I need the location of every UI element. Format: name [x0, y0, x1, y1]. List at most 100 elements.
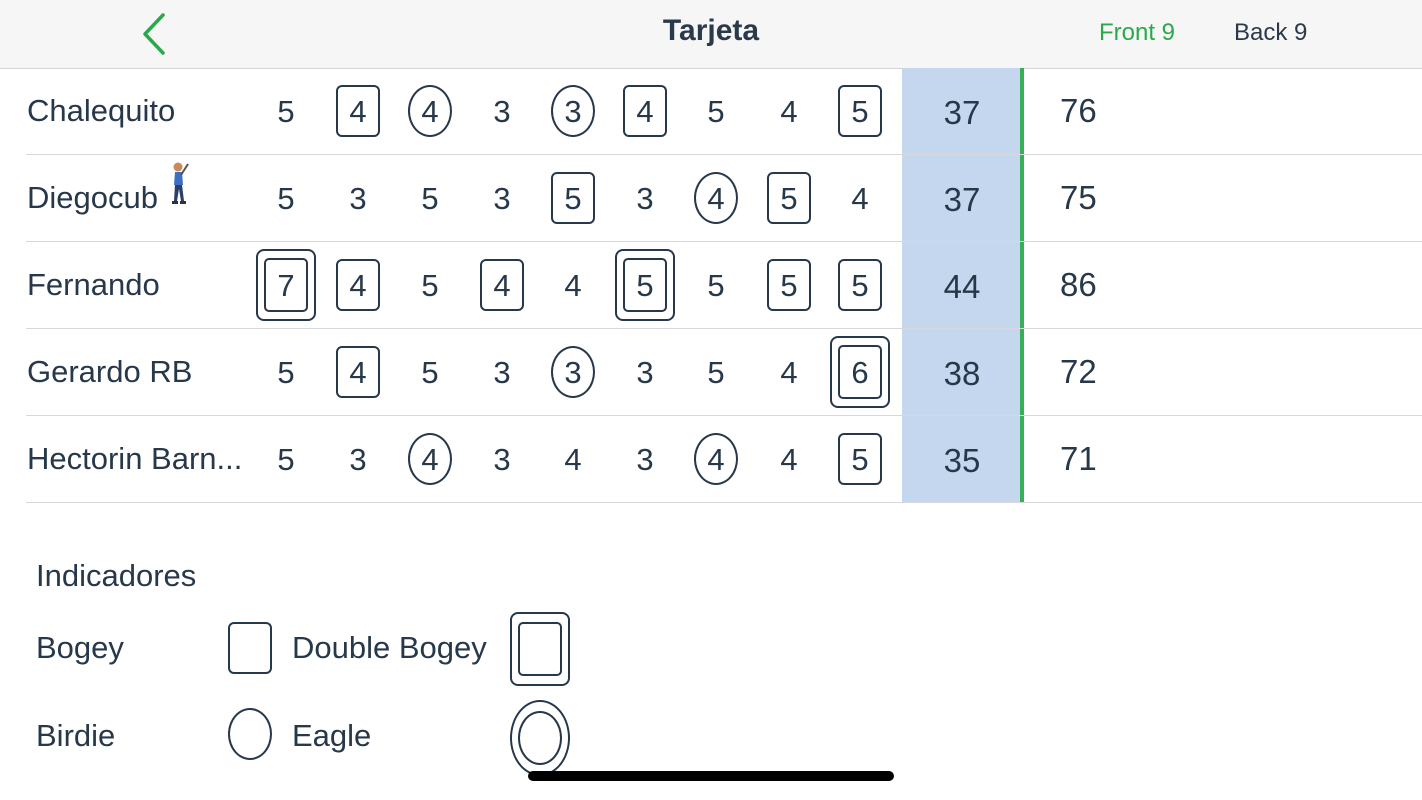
bogey-marker: 5	[838, 259, 882, 311]
score-cell-hole-8[interactable]: 5	[759, 155, 819, 241]
player-name: Gerardo RB	[27, 329, 192, 415]
score-cell-hole-7[interactable]: 5	[686, 68, 746, 154]
score-value: 4	[707, 180, 725, 216]
score-cell-hole-2[interactable]: 4	[328, 329, 388, 415]
score-value: 5	[780, 180, 798, 216]
score-value: 3	[493, 180, 511, 216]
player-name-text: Gerardo RB	[27, 354, 193, 389]
score-cell-hole-8[interactable]: 4	[759, 416, 819, 502]
table-row[interactable]: Chalequito 5 4 4 3 3 4 5 4 5 37 76	[26, 68, 1422, 155]
score-cell-hole-8[interactable]: 4	[759, 68, 819, 154]
score-cell-hole-7[interactable]: 4	[686, 155, 746, 241]
score-value: 4	[707, 441, 725, 477]
score-value: 5	[277, 441, 295, 477]
out-score: 37	[943, 181, 981, 218]
bogey-marker: 5	[838, 433, 882, 485]
score-cell-hole-6[interactable]: 3	[615, 155, 675, 241]
score-cell-hole-4[interactable]: 4	[472, 242, 532, 328]
birdie-marker: 4	[408, 433, 452, 485]
score-cell-hole-2[interactable]: 4	[328, 68, 388, 154]
score-value: 6	[851, 354, 869, 390]
score-cell-hole-5[interactable]: 3	[543, 68, 603, 154]
score-value: 4	[636, 93, 654, 129]
score-cell-hole-5[interactable]: 3	[543, 329, 603, 415]
score-cell-hole-4[interactable]: 3	[472, 155, 532, 241]
table-row[interactable]: Hectorin Barn... 5 3 4 3 4 3 4 4 5 35 71	[26, 416, 1422, 503]
score-value: 4	[564, 267, 582, 303]
score-value: 5	[564, 180, 582, 216]
score-cell-hole-3[interactable]: 5	[400, 242, 460, 328]
golfer-icon	[162, 154, 192, 240]
score-cell-hole-5[interactable]: 4	[543, 242, 603, 328]
score-cell-hole-5[interactable]: 4	[543, 416, 603, 502]
score-value: 4	[421, 441, 439, 477]
score-cell-hole-2[interactable]: 3	[328, 416, 388, 502]
score-value: 4	[349, 354, 367, 390]
page-title: Tarjeta	[662, 14, 760, 47]
score-cell-hole-2[interactable]: 3	[328, 155, 388, 241]
score-value: 3	[636, 180, 654, 216]
score-cell-hole-7[interactable]: 5	[686, 242, 746, 328]
score-cell-hole-9[interactable]: 6	[830, 329, 890, 415]
bogey-marker: 5	[838, 85, 882, 137]
score-cell-hole-4[interactable]: 3	[472, 329, 532, 415]
score-cell-hole-9[interactable]: 5	[830, 416, 890, 502]
double-bogey-marker: 7	[256, 249, 316, 321]
bogey-marker: 4	[623, 85, 667, 137]
score-value: 5	[707, 93, 725, 129]
score-cell-hole-6[interactable]: 3	[615, 416, 675, 502]
score-cell-hole-6[interactable]: 3	[615, 329, 675, 415]
tab-front-9[interactable]: Front 9	[1099, 19, 1175, 47]
score-cell-hole-3[interactable]: 5	[400, 329, 460, 415]
table-row[interactable]: Fernando 7 4 5 4 4 5 5 5 5 44 86	[26, 242, 1422, 329]
table-row[interactable]: Gerardo RB 5 4 5 3 3 3 5 4 6 38 72	[26, 329, 1422, 416]
score-cell-hole-3[interactable]: 4	[400, 416, 460, 502]
score-cell-hole-8[interactable]: 4	[759, 329, 819, 415]
score-value: 3	[636, 354, 654, 390]
total-score: 76	[1060, 92, 1097, 129]
tab-back-9[interactable]: Back 9	[1234, 19, 1307, 47]
score-cell-hole-7[interactable]: 4	[686, 416, 746, 502]
score-cell-hole-9[interactable]: 4	[830, 155, 890, 241]
score-cell-hole-2[interactable]: 4	[328, 242, 388, 328]
score-cell-hole-4[interactable]: 3	[472, 416, 532, 502]
score-cell-hole-7[interactable]: 5	[686, 329, 746, 415]
birdie-circle-icon	[228, 708, 272, 760]
score-cell-hole-6[interactable]: 5	[615, 242, 675, 328]
score-value: 4	[421, 93, 439, 129]
table-row[interactable]: Diegocub 5 3 5 3 5 3 4 5 4 37 75	[26, 155, 1422, 242]
bogey-box-icon	[228, 622, 272, 674]
score-value: 4	[349, 93, 367, 129]
score-cell-hole-1[interactable]: 5	[256, 68, 316, 154]
eagle-inner-circle	[518, 711, 562, 765]
double-bogey-inner: 5	[623, 258, 667, 312]
legend-title: Indicadores	[36, 558, 197, 593]
score-value: 5	[707, 267, 725, 303]
score-value: 3	[564, 93, 582, 129]
score-cell-hole-5[interactable]: 5	[543, 155, 603, 241]
score-cell-hole-1[interactable]: 5	[256, 416, 316, 502]
score-cell-hole-1[interactable]: 7	[256, 242, 316, 328]
score-table: Chalequito 5 4 4 3 3 4 5 4 5 37 76 Diegocub 5 3 5 3 5 3 4 5 4…	[0, 68, 1422, 503]
score-cell-hole-6[interactable]: 4	[615, 68, 675, 154]
score-value: 5	[421, 354, 439, 390]
score-cell-hole-3[interactable]: 5	[400, 155, 460, 241]
bogey-marker: 4	[336, 346, 380, 398]
player-name: Hectorin Barn...	[27, 416, 242, 502]
back-button[interactable]	[132, 8, 176, 60]
score-cell-hole-9[interactable]: 5	[830, 242, 890, 328]
player-name-text: Hectorin Barn...	[27, 441, 243, 476]
home-indicator[interactable]	[528, 771, 894, 781]
score-value: 5	[421, 180, 439, 216]
score-cell-hole-1[interactable]: 5	[256, 155, 316, 241]
score-value: 5	[851, 441, 869, 477]
bogey-marker: 4	[336, 85, 380, 137]
score-cell-hole-9[interactable]: 5	[830, 68, 890, 154]
score-value: 5	[707, 354, 725, 390]
score-cell-hole-8[interactable]: 5	[759, 242, 819, 328]
score-cell-hole-1[interactable]: 5	[256, 329, 316, 415]
birdie-marker: 4	[694, 433, 738, 485]
score-cell-hole-4[interactable]: 3	[472, 68, 532, 154]
player-name-text: Fernando	[27, 267, 160, 302]
score-cell-hole-3[interactable]: 4	[400, 68, 460, 154]
